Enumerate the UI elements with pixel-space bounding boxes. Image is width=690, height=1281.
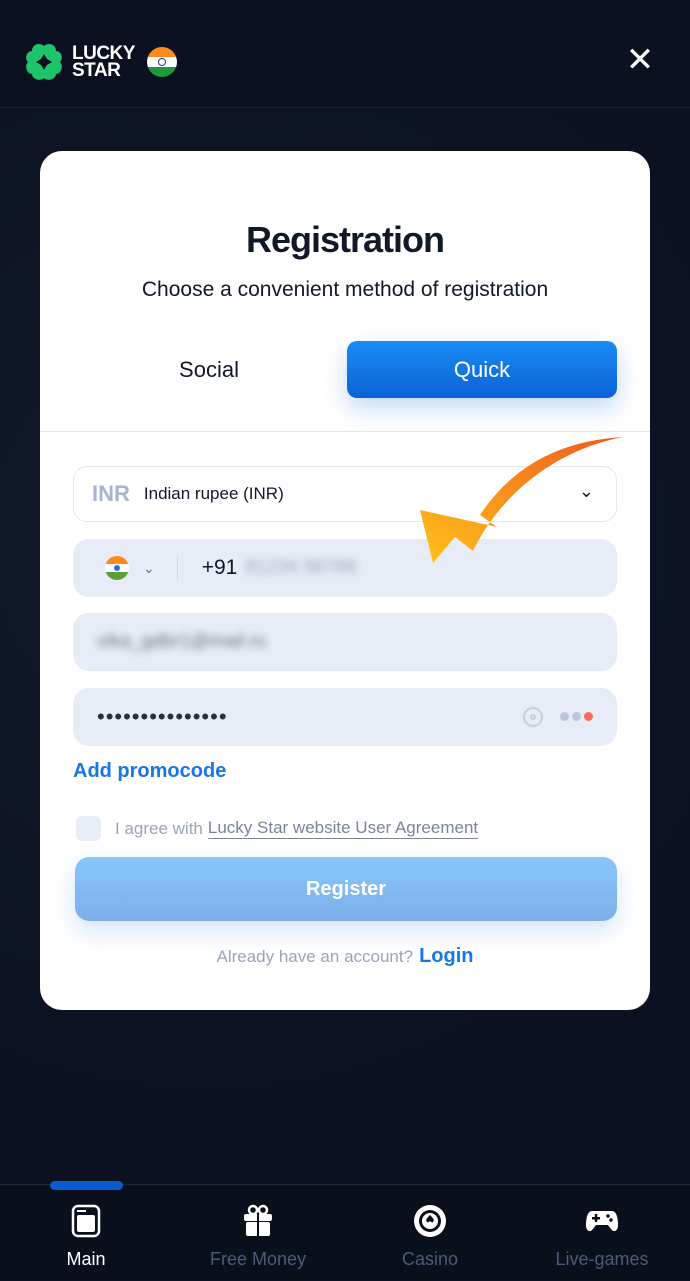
top-bar: LUCKY STAR ✕ [0,0,690,108]
chevron-down-icon[interactable]: ⌄ [143,560,155,577]
india-flag-icon[interactable] [105,556,129,580]
registration-modal: Registration Choose a convenient method … [40,151,650,1010]
agreement: I agree with Lucky Star website User Agr… [76,816,479,841]
login-link[interactable]: Login [419,945,473,967]
nav-label: Casino [401,1249,459,1269]
page-title: Registration [245,219,445,260]
password-input[interactable]: ••••••••••••••• [97,704,228,730]
subtitle: Choose a convenient method of registrati… [141,278,549,301]
gamepad-icon [586,1211,618,1232]
india-flag-icon[interactable] [146,47,177,77]
close-icon[interactable]: ✕ [624,43,656,77]
tab-quick[interactable]: Quick [347,341,617,398]
logo[interactable]: LUCKY STAR [24,42,177,82]
nav-label: Live-games [555,1249,649,1269]
main-icon [71,1204,101,1238]
password-strength-indicator [560,712,593,721]
gift-icon [244,1204,272,1236]
currency-name: Indian rupee (INR) [143,484,284,503]
register-button[interactable]: Register [75,857,617,921]
bottom-nav: Main Free Money Casino Live-games [0,1181,690,1281]
password-field[interactable]: ••••••••••••••• [73,688,617,746]
user-agreement-link[interactable]: Lucky Star website User Agreement [207,818,479,839]
nav-item-live-games[interactable]: Live-games [516,1185,688,1281]
tab-social[interactable]: Social [74,341,344,398]
clover-logo-icon [26,43,62,80]
logo-line2: STAR [72,60,121,81]
nav-item-main[interactable]: Main [0,1185,172,1281]
nav-label: Free Money [209,1249,307,1269]
casino-chip-icon [414,1205,446,1237]
email-input[interactable]: vika_gdbr1@mail.ru [97,631,266,653]
phone-input[interactable]: 81234 56789 [245,557,356,579]
divider [40,431,650,432]
eye-icon[interactable] [523,707,543,727]
login-prompt: Already have an account? Login [40,945,650,968]
add-promocode-link[interactable]: Add promocode [73,760,226,783]
agreement-text: I agree with [115,818,203,838]
currency-code: INR [92,481,130,506]
phone-prefix: +91 [201,556,238,579]
separator [176,555,178,581]
already-text: Already have an account? [216,947,414,966]
agreement-checkbox[interactable] [76,816,101,841]
nav-label: Main [66,1249,106,1269]
arrow-pointer-icon [420,437,623,563]
nav-item-casino[interactable]: Casino [344,1185,516,1281]
nav-item-free-money[interactable]: Free Money [172,1185,344,1281]
email-field[interactable]: vika_gdbr1@mail.ru [73,613,617,671]
